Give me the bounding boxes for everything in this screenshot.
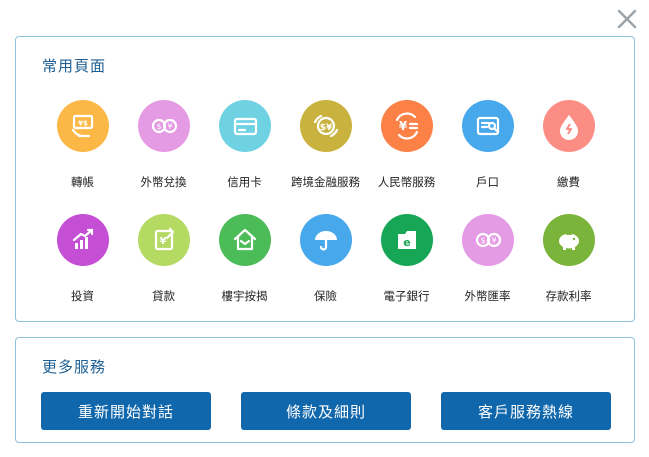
close-icon (617, 9, 637, 29)
cross-border-icon: $¥ (299, 100, 352, 152)
mortgage-icon (218, 214, 271, 266)
bill-payment-icon (542, 100, 595, 152)
currency-exchange-icon: $ ¥ (137, 100, 190, 152)
deposit-rate-icon (542, 214, 595, 266)
shortcut-label: 貸款 (152, 289, 175, 303)
shortcut-tile[interactable]: 戶口 (447, 100, 528, 214)
close-button[interactable] (616, 8, 638, 30)
restart-conversation-button[interactable]: 重新開始對話 (41, 392, 211, 430)
shortcut-label: 外幣兌換 (140, 175, 187, 189)
shortcut-label: 繳費 (557, 175, 580, 189)
common-pages-panel: 常用頁面 ¥$ 轉帳 $ ¥ 外幣兌換 信用卡 $¥ 跨境金融服務 ¥ 人民幣服務 戶口 繳費 投資 ¥ 貸… (15, 36, 635, 322)
svg-text:¥$: ¥$ (78, 120, 88, 128)
common-pages-grid: ¥$ 轉帳 $ ¥ 外幣兌換 信用卡 $¥ 跨境金融服務 ¥ 人民幣服務 戶口 繳費 投資 ¥ 貸款 樓宇按揭… (16, 100, 636, 328)
shortcut-label: 人民幣服務 (377, 175, 436, 189)
shortcut-tile[interactable]: ¥$ 轉帳 (42, 100, 123, 214)
shortcut-label: 投資 (71, 289, 94, 303)
shortcut-tile[interactable]: 繳費 (528, 100, 609, 214)
rmb-icon: ¥ (380, 100, 433, 152)
svg-text:¥: ¥ (491, 236, 496, 245)
credit-card-icon (218, 100, 271, 152)
e-banking-icon: e (380, 214, 433, 266)
svg-text:$¥: $¥ (319, 123, 332, 133)
shortcut-label: 電子銀行 (383, 289, 430, 303)
shortcut-label: 信用卡 (227, 175, 262, 189)
shortcut-tile[interactable]: 存款利率 (528, 214, 609, 328)
customer-hotline-button[interactable]: 客戶服務熱線 (441, 392, 611, 430)
svg-text:¥: ¥ (167, 122, 172, 131)
shortcut-label: 存款利率 (545, 289, 592, 303)
account-icon (461, 100, 514, 152)
shortcut-tile[interactable]: 樓宇按揭 (204, 214, 285, 328)
common-pages-title: 常用頁面 (42, 57, 107, 75)
shortcut-label: 轉帳 (71, 175, 94, 189)
shortcut-tile[interactable]: 信用卡 (204, 100, 285, 214)
terms-and-conditions-button[interactable]: 條款及細則 (241, 392, 411, 430)
shortcut-tile[interactable]: $ ¥ 外幣兌換 (123, 100, 204, 214)
svg-text:¥: ¥ (398, 119, 407, 133)
more-services-panel: 更多服務 重新開始對話 條款及細則 客戶服務熱線 (15, 337, 635, 443)
shortcut-label: 跨境金融服務 (291, 175, 360, 189)
investment-icon (56, 214, 109, 266)
shortcut-label: 戶口 (476, 175, 499, 189)
transfer-icon: ¥$ (56, 100, 109, 152)
insurance-icon (299, 214, 352, 266)
svg-text:¥: ¥ (159, 236, 166, 247)
shortcut-tile[interactable]: 投資 (42, 214, 123, 328)
more-services-buttons: 重新開始對話 條款及細則 客戶服務熱線 (41, 392, 611, 430)
svg-text:$: $ (156, 122, 161, 131)
shortcut-tile[interactable]: ¥ 貸款 (123, 214, 204, 328)
svg-text:e: e (403, 236, 410, 249)
shortcut-tile[interactable]: $ ¥ 外幣匯率 (447, 214, 528, 328)
loan-icon: ¥ (137, 214, 190, 266)
shortcut-label: 外幣匯率 (464, 289, 511, 303)
fx-rate-icon: $ ¥ (461, 214, 514, 266)
svg-text:$: $ (480, 236, 485, 245)
shortcut-label: 保險 (314, 289, 337, 303)
more-services-title: 更多服務 (42, 358, 107, 376)
shortcut-tile[interactable]: $¥ 跨境金融服務 (285, 100, 366, 214)
shortcut-tile[interactable]: ¥ 人民幣服務 (366, 100, 447, 214)
shortcut-label: 樓宇按揭 (221, 289, 268, 303)
shortcut-tile[interactable]: e 電子銀行 (366, 214, 447, 328)
shortcut-tile[interactable]: 保險 (285, 214, 366, 328)
